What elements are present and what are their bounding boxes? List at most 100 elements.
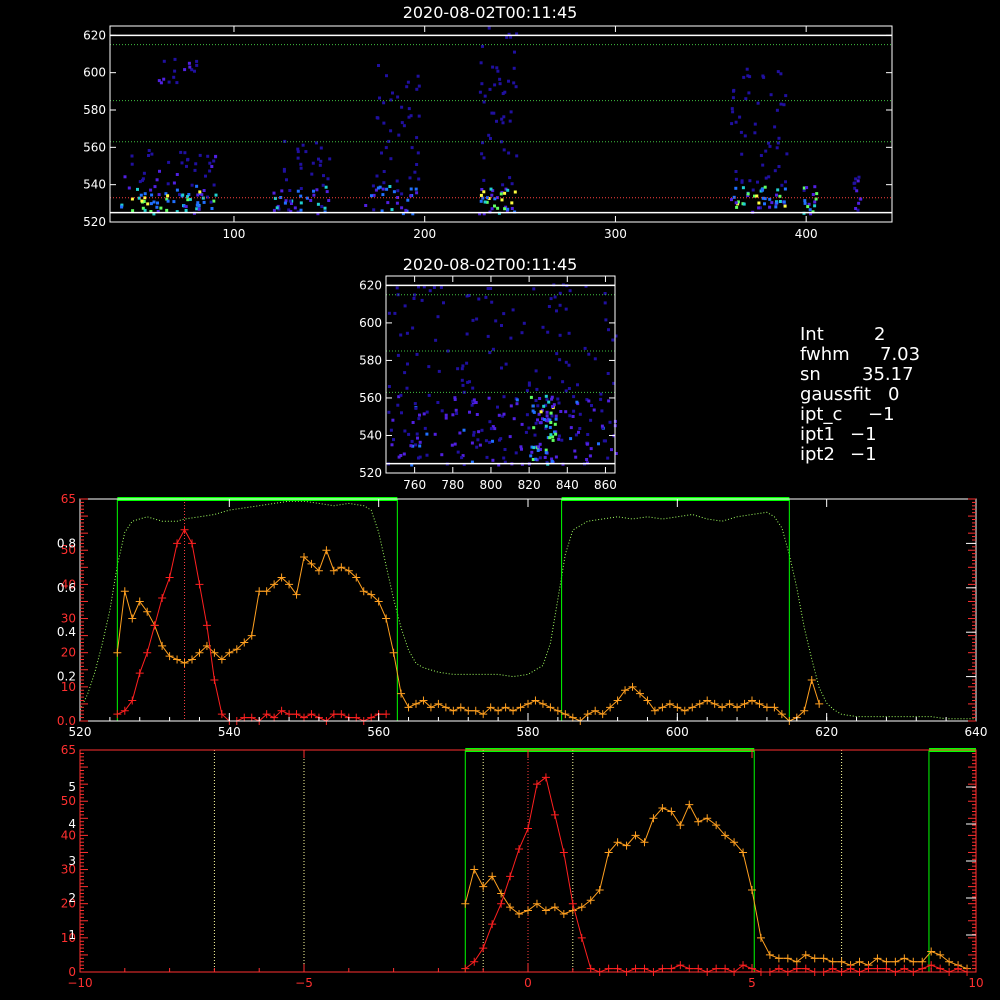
p2-cell-0-59 (470, 441, 474, 445)
p2-cell-0-35 (478, 443, 482, 447)
p4-orange-point-35 (774, 954, 783, 963)
p1-cell-8-11 (491, 65, 495, 69)
p1-cell-8-24 (505, 35, 509, 39)
p2-cell-1-23 (539, 421, 543, 425)
p3-orange-point-30 (337, 563, 346, 572)
p1-cell-1-30 (141, 177, 145, 181)
p1-cell-1-32 (212, 159, 216, 163)
p1-cell-8-32 (498, 82, 502, 86)
p2-cell-0-169 (585, 458, 589, 461)
p1-cell-5-8 (415, 191, 419, 195)
p2-cell-2-53 (504, 362, 508, 366)
p1-cell-3-15 (275, 206, 279, 210)
p1-cell-0-9 (202, 200, 206, 204)
p3-orange-point-54 (516, 703, 525, 712)
p4-orange-point-26 (694, 817, 703, 826)
info-value-sn: 35.17 (862, 364, 914, 385)
p1-cell-5-4 (385, 187, 389, 191)
p2-cell-0-166 (590, 404, 593, 407)
p1-cell-0-34 (127, 186, 131, 190)
p3-ytick-red-label-2: 20 (61, 646, 76, 660)
p4-red-point-6 (515, 845, 524, 854)
p2-cell-2-43 (599, 392, 603, 396)
p2-cell-2-47 (534, 369, 538, 373)
p1-cell-1-27 (130, 162, 134, 166)
p1-xtick-label-0: 100 (223, 227, 246, 241)
p1-cell-6-19 (407, 107, 411, 111)
p1-cell-9-20 (751, 188, 755, 192)
info-value-ipt1: −1 (850, 424, 877, 445)
velocity-vlines (213, 750, 843, 972)
p1-cell-5-25 (400, 192, 404, 196)
p2-cell-2-80 (403, 304, 407, 308)
p2-cell-2-4 (475, 317, 479, 321)
p1-cell-1-29 (214, 154, 218, 158)
spectrum-red-series (113, 525, 391, 725)
p1-cell-3-27 (324, 185, 328, 189)
p4-orange-point-0 (461, 899, 470, 908)
p2-cell-0-16 (574, 433, 578, 437)
p1-cell-7-16 (506, 188, 510, 192)
p2-cell-1-4 (542, 404, 546, 408)
p3-orange-point-7 (165, 652, 174, 661)
p1-cell-8-41 (480, 152, 484, 156)
plot-canvas: 2020-08-02T00:11:45 100 200 300 40052054056… (57, 3, 988, 990)
p1-cell-6-12 (377, 64, 380, 67)
p1-cell-1-9 (194, 162, 198, 166)
info-label-int: Int (800, 324, 824, 345)
p3-orange-point-28 (322, 546, 331, 555)
p1-cell-8-39 (495, 119, 498, 123)
p1-cell-8-43 (501, 183, 505, 187)
p1-cell-11-2 (803, 201, 807, 205)
p3-orange-point-8 (173, 655, 182, 664)
p3-orange-point-38 (397, 689, 406, 698)
p1-cell-8-42 (509, 110, 513, 114)
p4-red-point-28 (712, 964, 721, 973)
p3-ytick-red-label-0: 0.0 (57, 714, 76, 728)
p2-cell-0-165 (409, 444, 413, 448)
p3-orange-point-73 (658, 703, 667, 712)
p1-cell-7-33 (513, 190, 517, 194)
p2-cell-0-95 (396, 403, 400, 407)
p2-cell-0-112 (606, 456, 610, 460)
p3-red-point-4 (143, 648, 152, 657)
p1-cell-11-15 (805, 186, 809, 190)
p2-cell-2-40 (535, 387, 539, 391)
p1-cell-9-41 (763, 202, 766, 206)
p2-cell-0-150 (509, 404, 513, 408)
info-label-ipt-c: ipt_c (800, 404, 842, 425)
p1-cell-1-8 (183, 151, 187, 155)
p2-cell-1-41 (531, 404, 535, 408)
p2-cell-0-140 (403, 429, 407, 433)
p4-red-point-9 (541, 773, 550, 782)
p3-orange-point-47 (464, 706, 473, 715)
p2-cell-1-17 (554, 417, 558, 421)
p1-cell-4-8 (299, 166, 303, 170)
p2-cell-2-84 (456, 367, 460, 371)
info-label-sn: sn (800, 364, 821, 385)
p1-cell-1-12 (147, 154, 150, 157)
p1-cell-4-3 (310, 172, 314, 176)
top-heatmap-panel: 2020-08-02T00:11:45 100 200 300 400 520 540 56… (83, 3, 893, 241)
p4-red-point-11 (559, 848, 568, 857)
p4-xtick-label-4: 10 (968, 976, 983, 990)
p2-cell-0-155 (493, 427, 497, 431)
p1-cell-12-9 (854, 177, 858, 181)
p1-cell-3-6 (312, 193, 316, 197)
p1-cell-9-17 (778, 200, 782, 203)
p1-cell-9-29 (742, 202, 746, 206)
p1-cell-2-6 (162, 59, 166, 63)
p2-cell-2-70 (405, 386, 409, 390)
p2-cell-1-48 (549, 433, 553, 437)
p1-cell-1-22 (179, 150, 183, 154)
p3-orange-point-60 (561, 710, 570, 719)
p1-cell-10-24 (775, 146, 779, 150)
p1-cell-9-27 (775, 193, 778, 197)
p2-cell-1-3 (530, 450, 534, 454)
spectrum-green-windows (116, 497, 790, 721)
p2-cell-1-43 (553, 422, 557, 426)
p2-cell-0-92 (400, 411, 403, 415)
p1-cell-2-11 (193, 69, 196, 73)
p1-cell-1-16 (150, 152, 154, 156)
p2-cell-1-16 (549, 421, 553, 424)
